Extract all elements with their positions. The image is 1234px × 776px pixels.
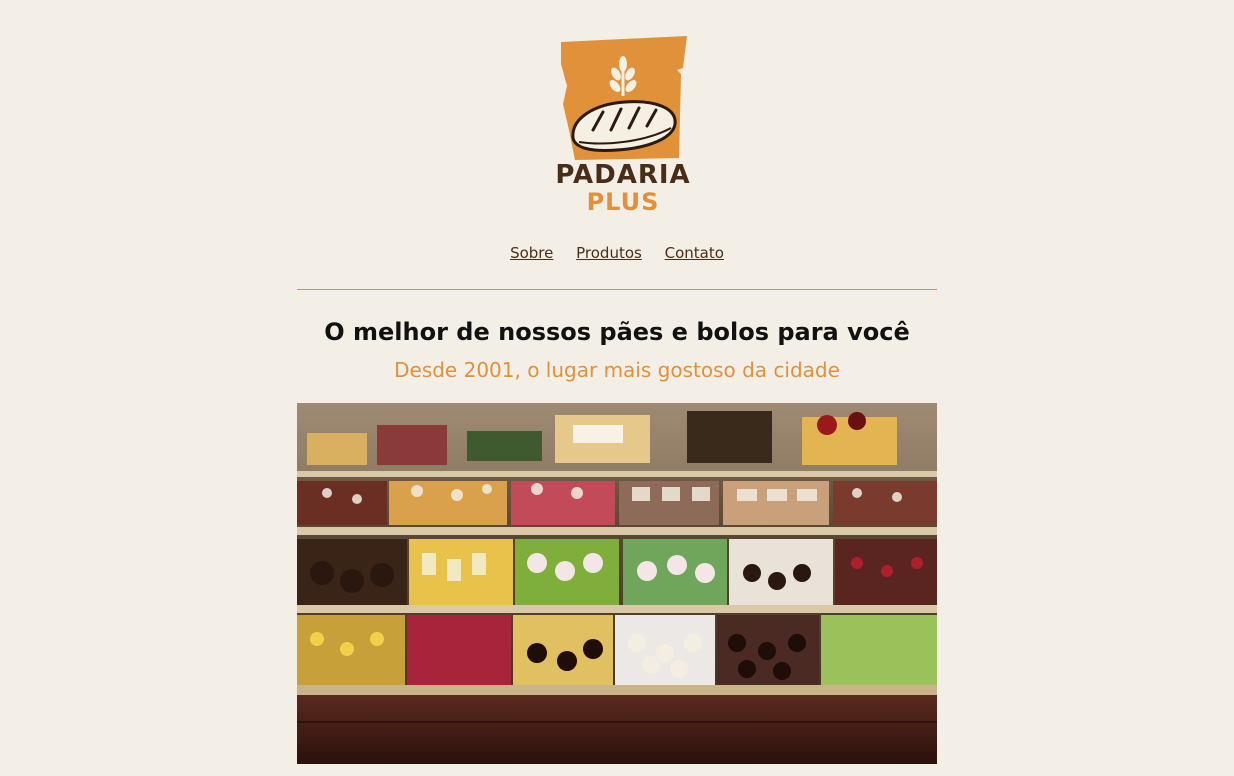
brand-name-line1: PADARIA xyxy=(555,160,691,190)
pastry-display-case-image xyxy=(297,403,937,764)
nav-link-contato[interactable]: Contato xyxy=(665,244,724,262)
nav-link-produtos[interactable]: Produtos xyxy=(576,244,642,262)
header-divider xyxy=(297,289,937,290)
page-headline: O melhor de nossos pães e bolos para voc… xyxy=(324,318,910,346)
brand-name-line2: PLUS xyxy=(586,188,660,216)
bread-wheat-icon xyxy=(561,36,687,160)
page-subheadline: Desde 2001, o lugar mais gostoso da cida… xyxy=(394,358,840,382)
brand-logo[interactable]: PADARIA PLUS xyxy=(555,34,691,218)
hero-image xyxy=(297,403,937,764)
page: PADARIA PLUS Sobre Produtos Contato O me… xyxy=(0,0,1234,776)
nav-link-sobre[interactable]: Sobre xyxy=(510,244,553,262)
main-nav: Sobre Produtos Contato xyxy=(297,244,937,262)
